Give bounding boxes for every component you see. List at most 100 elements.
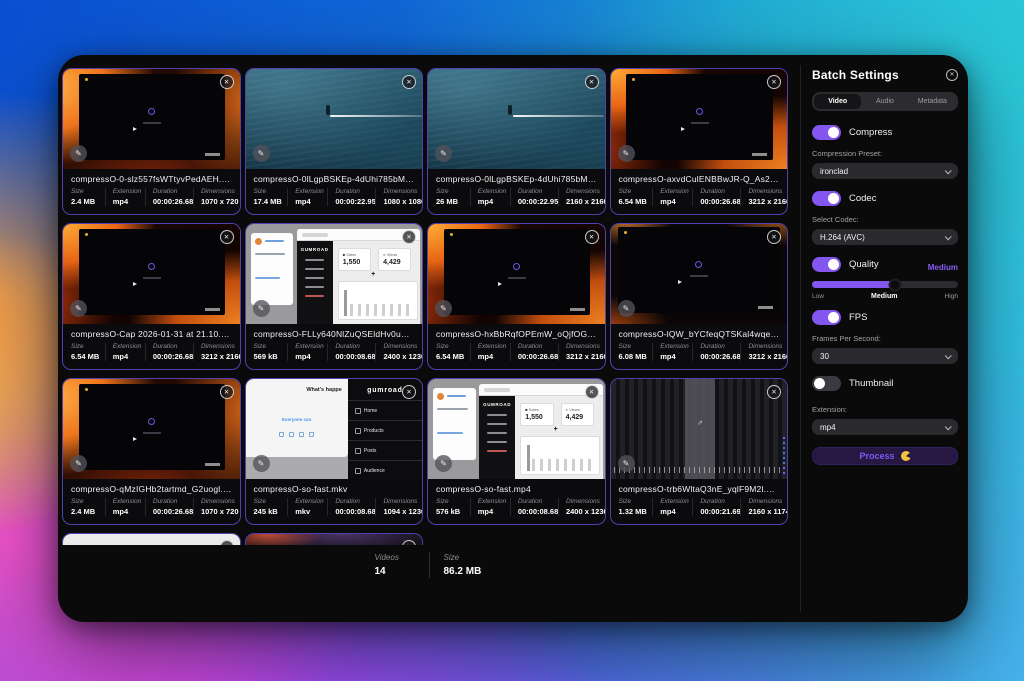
meta-extension: Extensionmp4 <box>470 188 510 206</box>
video-filename: compressO-so-fast.mp4 <box>428 479 605 496</box>
remove-video-button[interactable]: ✕ <box>220 385 234 399</box>
tab-video[interactable]: Video <box>814 94 861 109</box>
meta-dimensions: Dimensions2160 x 1174 <box>740 498 779 516</box>
remove-video-button[interactable]: ✕ <box>402 230 416 244</box>
codec-toggle[interactable] <box>812 191 841 206</box>
dotted-edge <box>783 434 785 474</box>
meta-duration: Duration00:00:21.69 <box>692 498 740 516</box>
extension-select[interactable]: mp4 <box>812 419 958 435</box>
video-meta-row: Size576 kB Extensionmp4 Duration00:00:08… <box>428 496 605 522</box>
edit-video-button[interactable]: ✎ <box>70 455 87 472</box>
remove-video-button[interactable]: ✕ <box>767 75 781 89</box>
pacman-logo-icon <box>901 451 911 461</box>
edit-video-button[interactable]: ✎ <box>70 145 87 162</box>
edit-video-button[interactable]: ✎ <box>618 300 635 317</box>
remove-video-button[interactable]: ✕ <box>402 385 416 399</box>
edit-video-button[interactable]: ✎ <box>435 145 452 162</box>
edit-video-button[interactable]: ✎ <box>253 300 270 317</box>
tab-metadata[interactable]: Metadata <box>909 94 956 109</box>
close-icon: ✕ <box>771 388 776 396</box>
video-card[interactable]: ⇗ ✕ ✎ compressO-trb6WltaQ3nE_yqlF9M2l.mp… <box>610 378 789 525</box>
compose-icons <box>252 432 342 437</box>
remove-video-button[interactable]: ✕ <box>220 540 234 545</box>
compression-preset-label: Compression Preset: <box>812 149 958 158</box>
window-dot <box>85 233 88 236</box>
close-icon: ✕ <box>224 78 229 86</box>
video-card[interactable]: What's happe Everyone can gumroad Home P… <box>245 378 424 525</box>
video-card[interactable]: ✕ ✎ compressO-axvdCulENBBwJR-Q_As2Q.mp4 … <box>610 68 789 215</box>
meta-size: Size2.4 MB <box>71 498 105 516</box>
remove-video-button[interactable]: ✕ <box>585 75 599 89</box>
gumroad-logo: GUMROAD <box>479 402 515 407</box>
remove-video-button[interactable]: ✕ <box>585 385 599 399</box>
quality-slider-knob[interactable] <box>889 278 902 291</box>
compress-toggle[interactable] <box>812 125 841 140</box>
edit-video-button[interactable]: ✎ <box>618 455 635 472</box>
video-thumbnail: GUMROAD Sales 1,550 Views 4,429 + <box>428 379 605 479</box>
compression-preset-select[interactable]: ironclad <box>812 163 958 179</box>
meta-extension: Extensionmp4 <box>105 498 145 516</box>
thumbnail-toggle[interactable] <box>812 376 841 391</box>
panel-divider <box>800 65 801 612</box>
app-logo-glyph <box>696 108 703 115</box>
close-settings-button[interactable]: ✕ <box>946 69 958 81</box>
videos-stat: Videos 14 <box>375 553 415 577</box>
meta-extension: Extensionmp4 <box>470 343 510 361</box>
thumbnail-art-analytics: GUMROAD Sales 1,550 Views 4,429 + <box>246 224 423 324</box>
remove-video-button[interactable]: ✕ <box>220 75 234 89</box>
tab-audio[interactable]: Audio <box>861 94 908 109</box>
close-icon: ✕ <box>771 233 776 241</box>
meta-size: Size6.54 MB <box>71 343 105 361</box>
video-frame <box>79 74 226 160</box>
quality-toggle[interactable] <box>812 257 841 272</box>
frames-per-second-label: Frames Per Second: <box>812 334 958 343</box>
pencil-icon: ✎ <box>440 459 447 468</box>
remove-video-button[interactable]: ✕ <box>767 230 781 244</box>
edit-video-button[interactable]: ✎ <box>253 145 270 162</box>
meta-extension: Extensionmp4 <box>287 343 327 361</box>
remove-video-button[interactable]: ✕ <box>402 75 416 89</box>
scale-low: Low <box>812 293 824 300</box>
close-icon: ✕ <box>224 543 229 546</box>
video-card[interactable]: GUMROAD Sales 1,550 Views 4,429 + <box>245 223 424 370</box>
video-card[interactable]: ✕ ✎ compressO-0-slz557fsWTtyvPedAEH.mp4 … <box>62 68 241 215</box>
video-card[interactable]: ✕ ✎ <box>245 533 424 545</box>
remove-video-button[interactable]: ✕ <box>220 230 234 244</box>
quality-slider[interactable] <box>812 281 958 288</box>
sales-label: Sales <box>525 407 548 412</box>
video-filename: compressO-0lLgpBSKEp-4dUhi785bM.mp4 <box>428 169 605 186</box>
app-caption-bar <box>690 275 708 277</box>
gumroad-sidebar: GUMROAD <box>297 241 333 324</box>
video-meta-row: Size2.4 MB Extensionmp4 Duration00:00:26… <box>63 186 240 212</box>
video-card[interactable]: ✕ ✎ <box>62 533 241 545</box>
fps-toggle[interactable] <box>812 310 841 325</box>
fps-select[interactable]: 30 <box>812 348 958 364</box>
sales-label: Sales <box>343 252 366 257</box>
watermark <box>205 463 220 466</box>
menu-item-products: Products <box>348 420 422 440</box>
edit-video-button[interactable]: ✎ <box>435 455 452 472</box>
edit-video-button[interactable]: ✎ <box>70 300 87 317</box>
video-card[interactable]: ✕ ✎ compressO-0lLgpBSKEp-4dUhi785bM_conv… <box>245 68 424 215</box>
thumbnail-art-ocean <box>246 69 423 169</box>
video-card[interactable]: ✕ ✎ compressO-lQW_bYCfeqQTSKal4wqem.mp4 … <box>610 223 789 370</box>
codec-select[interactable]: H.264 (AVC) <box>812 229 958 245</box>
video-meta-row: Size6.08 MB Extensionmp4 Duration00:00:2… <box>611 341 788 367</box>
edit-video-button[interactable]: ✎ <box>618 145 635 162</box>
remove-video-button[interactable]: ✕ <box>402 540 416 545</box>
video-thumbnail: ✕ ✎ <box>63 69 240 169</box>
video-card[interactable]: ✕ ✎ compressO-hxBbRqfOPEmW_oQjfOGJl.mp4 … <box>427 223 606 370</box>
browser-window: GUMROAD Sales 1,550 Views 4,429 + <box>297 229 421 324</box>
remove-video-button[interactable]: ✕ <box>767 385 781 399</box>
edit-video-button[interactable]: ✎ <box>253 455 270 472</box>
video-card[interactable]: ✕ ✎ compressO-qMzIGHb2tartmd_G2uogl.mp4 … <box>62 378 241 525</box>
process-button[interactable]: Process <box>812 447 958 465</box>
video-card[interactable]: ✕ ✎ compressO-Cap 2026-01-31 at 21.10.02… <box>62 223 241 370</box>
thumbnail-art-analytics: GUMROAD Sales 1,550 Views 4,429 + <box>428 379 605 479</box>
remove-video-button[interactable]: ✕ <box>585 230 599 244</box>
video-card[interactable]: GUMROAD Sales 1,550 Views 4,429 + <box>427 378 606 525</box>
edit-video-button[interactable]: ✎ <box>435 300 452 317</box>
close-icon: ✕ <box>406 388 411 396</box>
video-card[interactable]: ✕ ✎ compressO-0lLgpBSKEp-4dUhi785bM.mp4 … <box>427 68 606 215</box>
settings-tabs: Video Audio Metadata <box>812 92 958 111</box>
